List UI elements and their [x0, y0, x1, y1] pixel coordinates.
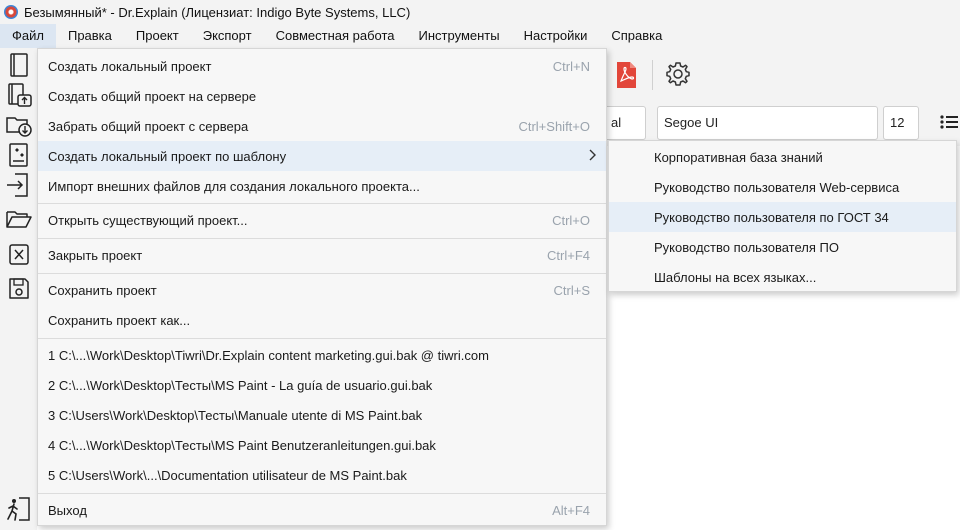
menu-tools[interactable]: Инструменты [407, 24, 512, 48]
menu-item-shortcut: Ctrl+Shift+O [518, 118, 590, 134]
template-submenu: Корпоративная база знаний Руководство по… [608, 140, 957, 292]
template-item-gost34-guide[interactable]: Руководство пользователя по ГОСТ 34 [609, 202, 956, 232]
template-item-all-languages[interactable]: Шаблоны на всех языках... [609, 262, 956, 292]
app-logo-icon [4, 5, 18, 19]
recent-file-item[interactable]: 2 C:\...\Work\Desktop\Тесты\MS Paint - L… [38, 370, 606, 400]
menu-item-label: Открыть существующий проект... [48, 212, 248, 228]
font-family-select[interactable]: Segoe UI [657, 106, 878, 140]
menu-item-label: Выход [48, 502, 87, 518]
recent-file-item[interactable]: 4 C:\...\Work\Desktop\Тесты\MS Paint Ben… [38, 430, 606, 460]
menu-collaboration[interactable]: Совместная работа [264, 24, 407, 48]
menu-export[interactable]: Экспорт [191, 24, 264, 48]
menu-item-label: Импорт внешних файлов для создания локал… [48, 178, 420, 194]
import-icon [7, 173, 28, 197]
menu-separator [38, 273, 606, 274]
menu-item-shortcut: Ctrl+O [552, 212, 590, 228]
menu-item-label: 5 C:\Users\Work\...\Documentation utilis… [48, 467, 407, 483]
pdf-export-icon[interactable] [614, 61, 638, 89]
menu-item-label: Сохранить проект как... [48, 312, 191, 328]
template-item-knowledge-base[interactable]: Корпоративная база знаний [609, 142, 956, 172]
book-upload-icon [8, 83, 32, 107]
template-item-software-guide[interactable]: Руководство пользователя ПО [609, 232, 956, 262]
menu-separator [38, 338, 606, 339]
style-select[interactable]: al [604, 106, 646, 140]
menu-separator [38, 493, 606, 494]
exit-icon [7, 497, 30, 521]
menu-bar: Файл Правка Проект Экспорт Совместная ра… [0, 24, 960, 48]
menu-item-label: 3 C:\Users\Work\Desktop\Тесты\Manuale ut… [48, 407, 423, 423]
close-box-icon [9, 244, 29, 265]
menu-file[interactable]: Файл [0, 24, 56, 48]
menu-item-label: Создать локальный проект [48, 58, 212, 74]
gear-icon[interactable] [665, 61, 691, 87]
save-icon [9, 278, 29, 299]
folder-download-icon [6, 117, 32, 137]
menu-item-create-server-project[interactable]: Создать общий проект на сервере [38, 81, 606, 111]
menu-edit[interactable]: Правка [56, 24, 124, 48]
template-book-icon [9, 143, 28, 167]
window-title: Безымянный* - Dr.Explain (Лицензиат: Ind… [24, 4, 411, 20]
menu-help[interactable]: Справка [599, 24, 674, 48]
menu-item-shortcut: Ctrl+F4 [547, 247, 590, 263]
bullet-list-icon[interactable] [940, 114, 958, 130]
menu-item-import-files[interactable]: Импорт внешних файлов для создания локал… [38, 171, 606, 201]
menu-item-create-local-project[interactable]: Создать локальный проект Ctrl+N [38, 51, 606, 81]
menu-item-fetch-server-project[interactable]: Забрать общий проект с сервера Ctrl+Shif… [38, 111, 606, 141]
menu-item-label: Забрать общий проект с сервера [48, 118, 249, 134]
menu-item-label: 1 C:\...\Work\Desktop\Tiwri\Dr.Explain c… [48, 347, 489, 363]
menu-item-save-project-as[interactable]: Сохранить проект как... [38, 305, 606, 335]
menu-separator [38, 238, 606, 239]
folder-open-icon [6, 211, 32, 228]
template-item-web-service-guide[interactable]: Руководство пользователя Web-сервиса [609, 172, 956, 202]
menu-item-shortcut: Alt+F4 [552, 502, 590, 518]
menu-item-label: Создать локальный проект по шаблону [48, 148, 287, 164]
menu-item-label: Создать общий проект на сервере [48, 88, 257, 104]
file-menu-dropdown: Создать локальный проект Ctrl+N Создать … [37, 48, 607, 526]
menu-item-open-project[interactable]: Открыть существующий проект... Ctrl+O [38, 205, 606, 235]
menu-project[interactable]: Проект [124, 24, 191, 48]
menu-separator [38, 203, 606, 204]
recent-file-item[interactable]: 3 C:\Users\Work\Desktop\Тесты\Manuale ut… [38, 400, 606, 430]
menu-item-label: Закрыть проект [48, 247, 143, 263]
menu-item-label: Сохранить проект [48, 282, 157, 298]
menu-item-save-project[interactable]: Сохранить проект Ctrl+S [38, 275, 606, 305]
menu-item-label: 2 C:\...\Work\Desktop\Тесты\MS Paint - L… [48, 377, 433, 393]
recent-file-item[interactable]: 5 C:\Users\Work\...\Documentation utilis… [38, 460, 606, 490]
toolbar-separator [652, 60, 653, 90]
menu-item-label: 4 C:\...\Work\Desktop\Тесты\MS Paint Ben… [48, 437, 436, 453]
title-bar: Безымянный* - Dr.Explain (Лицензиат: Ind… [0, 0, 960, 24]
menu-icon-strip [0, 48, 37, 530]
chevron-right-icon [589, 149, 596, 161]
menu-item-create-from-template[interactable]: Создать локальный проект по шаблону [38, 141, 606, 171]
menu-settings[interactable]: Настройки [512, 24, 600, 48]
menu-item-exit[interactable]: Выход Alt+F4 [38, 495, 606, 525]
menu-item-close-project[interactable]: Закрыть проект Ctrl+F4 [38, 240, 606, 270]
menu-item-shortcut: Ctrl+N [552, 58, 590, 74]
menu-item-shortcut: Ctrl+S [553, 282, 590, 298]
book-icon [10, 53, 28, 77]
font-size-select[interactable]: 12 [883, 106, 919, 140]
recent-file-item[interactable]: 1 C:\...\Work\Desktop\Tiwri\Dr.Explain c… [38, 340, 606, 370]
